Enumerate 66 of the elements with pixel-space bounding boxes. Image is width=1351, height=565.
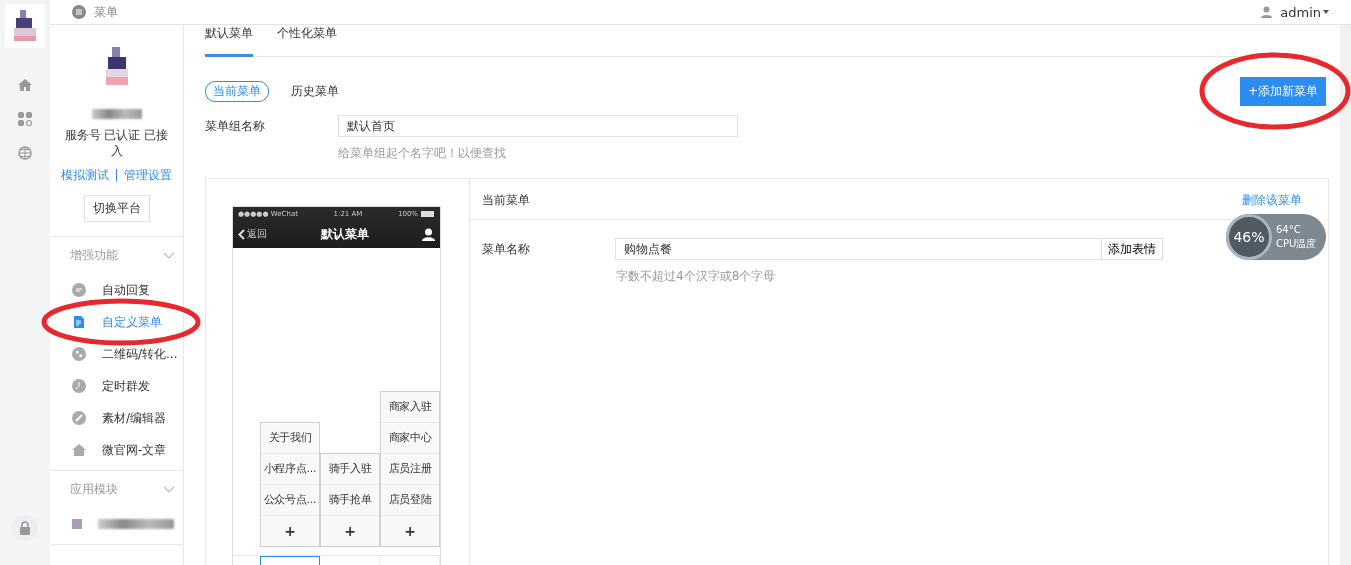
chat-icon	[72, 283, 86, 297]
field-label: 菜单名称	[482, 240, 531, 258]
qr-icon	[72, 347, 86, 361]
user-icon	[422, 227, 435, 241]
tab[interactable]: 个性化菜单	[277, 25, 337, 57]
add-submenu-button[interactable]: +	[381, 516, 439, 546]
sidebar-item[interactable]: 定时群发	[50, 370, 183, 402]
submenu-item[interactable]: 公众号点...	[261, 485, 319, 516]
apps-icon[interactable]	[18, 112, 32, 126]
doc-icon	[72, 315, 86, 329]
submenu-item[interactable]: 商家中心	[381, 423, 439, 454]
back-link[interactable]: 返回	[238, 227, 267, 241]
sidebar-item[interactable]: 素材/编辑器	[50, 402, 183, 434]
group-name-field[interactable]: 默认首页	[338, 115, 738, 137]
link-separator: |	[114, 168, 119, 182]
menu-button[interactable]	[260, 556, 320, 565]
chevron-icon[interactable]	[163, 251, 175, 260]
cpu-label: CPU温度	[1276, 237, 1317, 251]
menu-icon	[72, 5, 86, 19]
add-submenu-button[interactable]: +	[321, 516, 379, 546]
sidebar-item[interactable]: 自动回复	[50, 274, 183, 306]
battery-icon	[421, 210, 435, 217]
page-title: 菜单	[94, 3, 118, 21]
submenu-item[interactable]: 店员注册	[381, 454, 439, 485]
cpu-percent: 46%	[1233, 229, 1265, 245]
submenu-item[interactable]: 骑手入驻	[321, 454, 379, 485]
hint-text: 给菜单组起个名字吧！以便查找	[338, 145, 507, 162]
field-label: 菜单组名称	[205, 117, 266, 135]
home-icon[interactable]	[18, 78, 32, 92]
chevron-icon[interactable]	[163, 485, 175, 494]
scrollbar[interactable]	[1340, 25, 1351, 565]
cpu-temperature: 64°C	[1276, 223, 1302, 237]
user-icon	[1261, 6, 1273, 18]
section-title: 应用模块	[70, 481, 118, 498]
pen-icon	[72, 411, 86, 425]
account-link[interactable]: 模拟测试	[61, 168, 110, 182]
tab[interactable]: 默认菜单	[205, 25, 253, 57]
menu-name-field[interactable]: 购物点餐	[615, 238, 1102, 260]
switch-platform-button[interactable]: 切换平台	[83, 195, 150, 222]
account-status: 服务号 已认证 已接入	[63, 127, 170, 159]
globe-icon[interactable]	[18, 146, 32, 160]
app-icon	[72, 519, 82, 529]
home-icon	[72, 443, 86, 457]
clock-icon	[72, 379, 86, 393]
user-menu[interactable]: admin	[1280, 4, 1329, 20]
phone-title: 默认菜单	[320, 225, 369, 243]
account-link[interactable]: 管理设置	[123, 168, 172, 182]
submenu-item[interactable]: 小程序点...	[261, 454, 319, 485]
subtab[interactable]: 当前菜单	[205, 81, 269, 102]
chevron-icon	[238, 228, 245, 240]
submenu-item[interactable]: 关于我们	[261, 423, 319, 454]
subtab[interactable]: 历史菜单	[283, 81, 347, 102]
submenu-item[interactable]: 店员登陆	[381, 485, 439, 516]
caret-icon	[1323, 10, 1329, 14]
sidebar-item[interactable]: 二维码/转化...	[50, 338, 183, 370]
editor-title: 当前菜单	[482, 192, 530, 209]
delete-menu-link[interactable]: 删除该菜单	[1242, 192, 1302, 209]
add-emoji-button[interactable]: 添加表情	[1101, 238, 1163, 260]
add-submenu-button[interactable]: +	[261, 516, 319, 546]
section-title: 增强功能	[70, 247, 118, 264]
hint-text: 字数不超过4个汉字或8个字母	[616, 268, 777, 285]
lock-icon[interactable]	[18, 521, 32, 535]
redacted-name	[91, 109, 142, 119]
submenu-item[interactable]: 商家入驻	[381, 392, 439, 423]
sidebar-item[interactable]: 微官网-文章	[50, 434, 183, 466]
submenu-item[interactable]: 骑手抢单	[321, 485, 379, 516]
